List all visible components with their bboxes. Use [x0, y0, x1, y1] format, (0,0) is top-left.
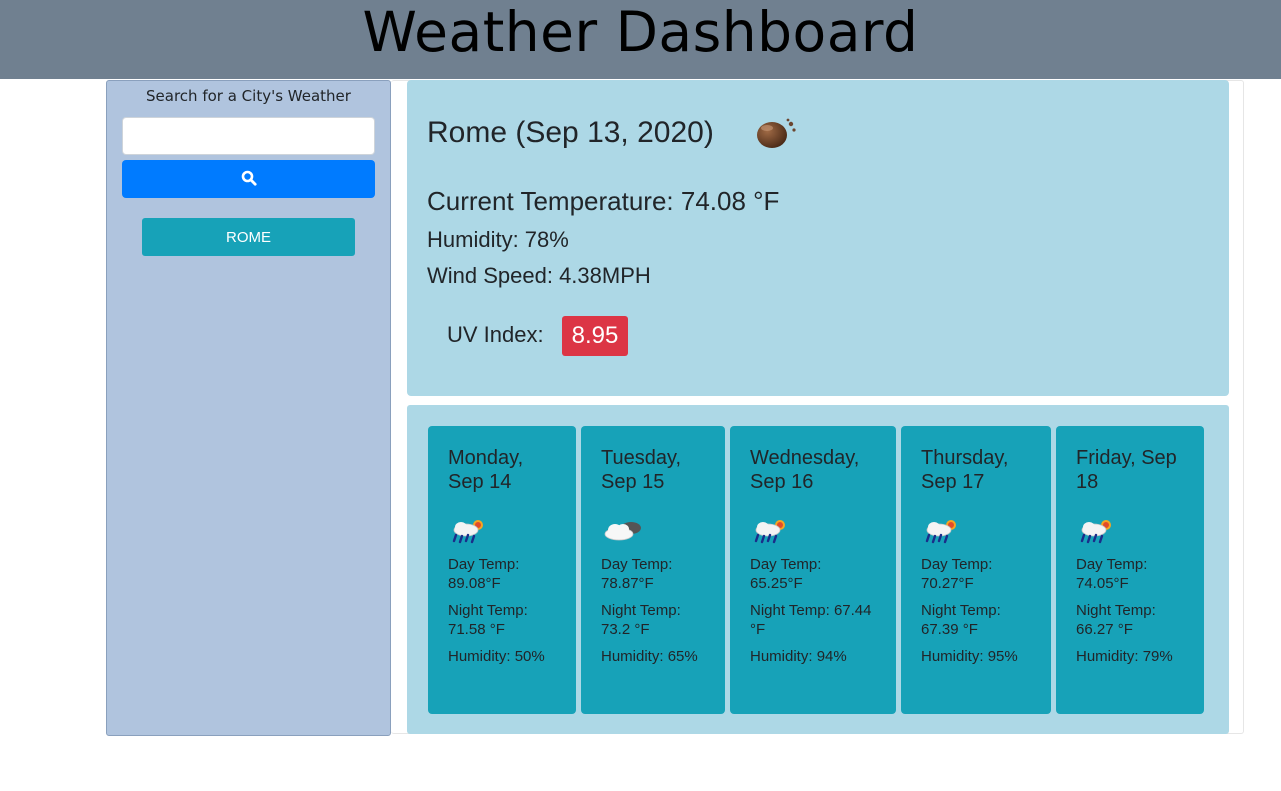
forecast-panel: Monday, Sep 14 Day Temp: 89.08°F Night T… [407, 405, 1229, 734]
humidity-label: Humidity: [750, 648, 813, 665]
uv-index-badge: 8.95 [562, 316, 628, 356]
page-title: Weather Dashboard [362, 0, 919, 64]
forecast-card: Wednesday, Sep 16 Day Temp: 65.25°F Nigh… [730, 426, 896, 714]
cloud-icon [601, 516, 705, 546]
humidity-value: 95% [987, 648, 1018, 665]
forecast-night-temp: Night Temp: 73.2 °F [601, 601, 705, 639]
day-temp-value: 78.87°F [601, 575, 654, 592]
rain-sun-icon [448, 516, 556, 546]
night-temp-label: Night Temp: [448, 602, 528, 619]
rain-sun-icon [1076, 516, 1184, 546]
forecast-card: Friday, Sep 18 Day Temp: 74.05°F Night T… [1056, 426, 1204, 714]
night-temp-label: Night Temp: [750, 602, 830, 619]
current-humidity: Humidity: 78% [427, 227, 569, 252]
current-temperature: Current Temperature: 74.08 °F [427, 186, 780, 216]
forecast-humidity: Humidity: 79% [1076, 647, 1184, 666]
night-temp-value: 71.58 °F [448, 621, 505, 638]
forecast-day-temp: Day Temp: 78.87°F [601, 555, 705, 593]
forecast-date: Wednesday, Sep 16 [750, 447, 860, 493]
forecast-night-temp: Night Temp: 71.58 °F [448, 601, 556, 639]
day-temp-value: 89.08°F [448, 575, 501, 592]
humidity-value: 79% [1142, 648, 1173, 665]
rain-drop-icon [755, 116, 799, 155]
day-temp-label: Day Temp: [921, 556, 993, 573]
search-sidebar: Search for a City's Weather ROME [106, 80, 391, 736]
forecast-humidity: Humidity: 94% [750, 647, 876, 666]
forecast-date: Tuesday, Sep 15 [601, 447, 682, 493]
day-temp-value: 74.05°F [1076, 575, 1129, 592]
night-temp-value: 66.27 °F [1076, 621, 1133, 638]
forecast-day-temp: Day Temp: 65.25°F [750, 555, 876, 593]
forecast-card: Thursday, Sep 17 Day Temp: 70.27°F Night… [901, 426, 1051, 714]
search-button[interactable] [122, 160, 375, 198]
humidity-label: Humidity: [448, 648, 511, 665]
forecast-humidity: Humidity: 95% [921, 647, 1031, 666]
night-temp-value: 73.2 °F [601, 621, 650, 638]
night-temp-label: Night Temp: [601, 602, 681, 619]
forecast-card: Tuesday, Sep 15 Day Temp: 78.87°F Night … [581, 426, 725, 714]
day-temp-label: Day Temp: [448, 556, 520, 573]
current-weather-card: Rome (Sep 13, 2020) Current Temperature:… [407, 80, 1229, 396]
humidity-value: 94% [816, 648, 847, 665]
city-date-title: Rome (Sep 13, 2020) [427, 116, 714, 149]
search-icon [241, 170, 257, 189]
forecast-day-temp: Day Temp: 74.05°F [1076, 555, 1184, 593]
humidity-label: Humidity: [601, 648, 664, 665]
day-temp-label: Day Temp: [1076, 556, 1148, 573]
forecast-night-temp: Night Temp: 67.44 °F [750, 601, 876, 639]
humidity-value: 50% [514, 648, 545, 665]
forecast-day-temp: Day Temp: 89.08°F [448, 555, 556, 593]
uv-index-label: UV Index: [447, 322, 544, 347]
forecast-date: Thursday, Sep 17 [921, 447, 1009, 493]
forecast-day-temp: Day Temp: 70.27°F [921, 555, 1031, 593]
humidity-label: Humidity: [921, 648, 984, 665]
forecast-humidity: Humidity: 50% [448, 647, 556, 666]
city-search-input[interactable] [122, 117, 375, 155]
forecast-date: Monday, Sep 14 [448, 447, 524, 493]
day-temp-value: 65.25°F [750, 575, 803, 592]
night-temp-label: Night Temp: [921, 602, 1001, 619]
rain-sun-icon [750, 516, 876, 546]
day-temp-label: Day Temp: [601, 556, 673, 573]
search-label: Search for a City's Weather [146, 87, 351, 105]
day-temp-value: 70.27°F [921, 575, 974, 592]
current-wind-speed: Wind Speed: 4.38MPH [427, 263, 651, 288]
day-temp-label: Day Temp: [750, 556, 822, 573]
header-bar: Weather Dashboard [0, 0, 1281, 79]
humidity-label: Humidity: [1076, 648, 1139, 665]
humidity-value: 65% [667, 648, 698, 665]
forecast-night-temp: Night Temp: 67.39 °F [921, 601, 1031, 639]
rain-sun-icon [921, 516, 1031, 546]
history-city-button[interactable]: ROME [142, 218, 355, 256]
night-temp-value: 67.39 °F [921, 621, 978, 638]
forecast-date: Friday, Sep 18 [1076, 447, 1177, 493]
forecast-card: Monday, Sep 14 Day Temp: 89.08°F Night T… [428, 426, 576, 714]
forecast-humidity: Humidity: 65% [601, 647, 705, 666]
forecast-night-temp: Night Temp: 66.27 °F [1076, 601, 1184, 639]
night-temp-label: Night Temp: [1076, 602, 1156, 619]
